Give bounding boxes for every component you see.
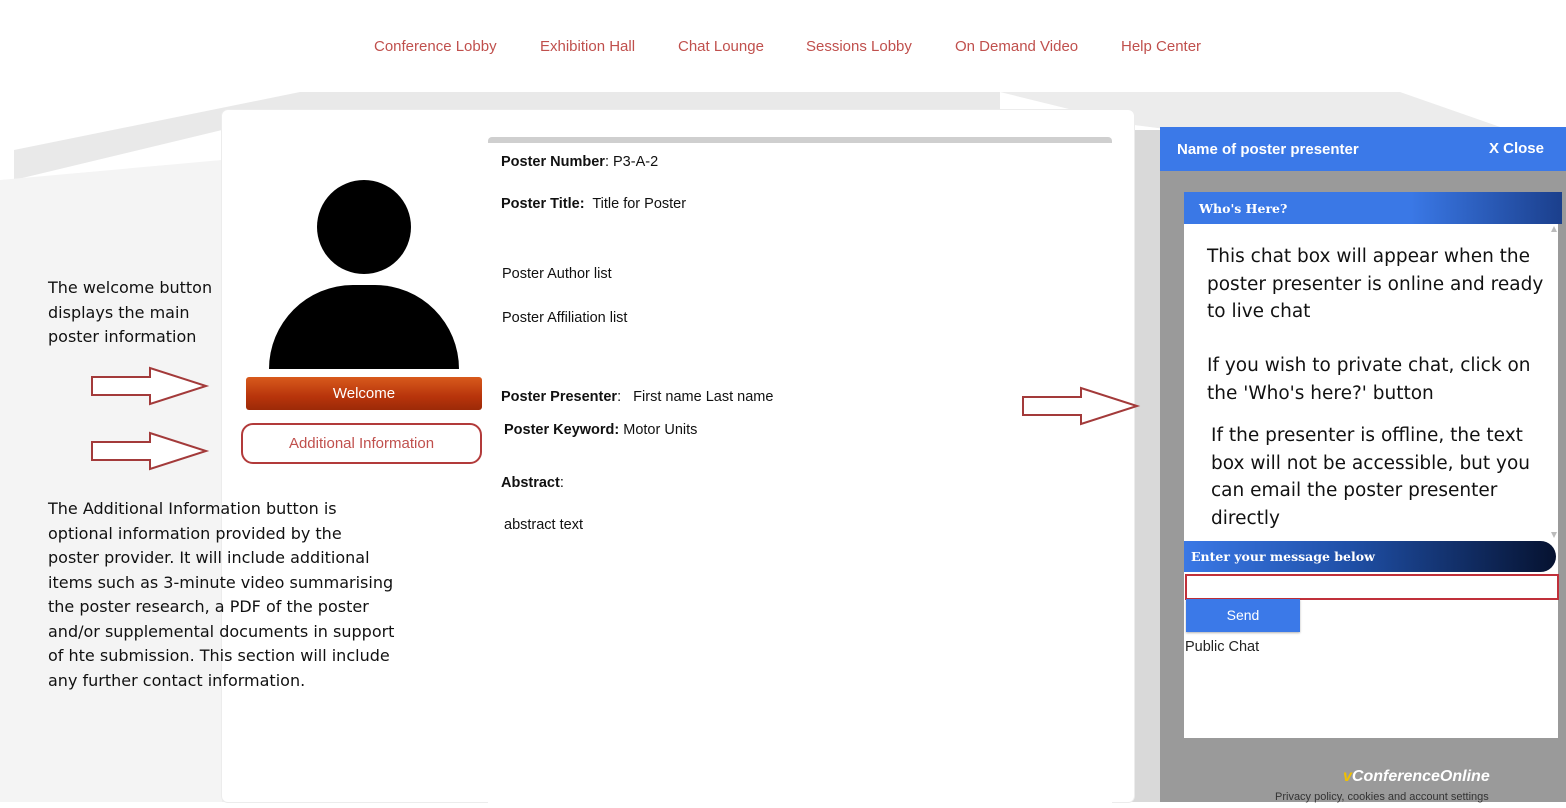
chat-scrollbar[interactable] — [1551, 226, 1557, 538]
poster-content — [488, 137, 1112, 808]
nav-on-demand-video[interactable]: On Demand Video — [955, 38, 1078, 55]
poster-keyword-label: Poster Keyword: — [504, 422, 620, 438]
annotation-line: The Additional Information button is — [48, 499, 337, 518]
abstract-heading: Abstract: — [501, 475, 564, 491]
brand-logo: vConferenceOnline — [1343, 768, 1490, 786]
abstract-label: Abstract — [501, 475, 560, 491]
poster-presenter: Poster Presenter: First name Last name — [501, 389, 773, 405]
whos-here-button[interactable]: Who's Here? — [1184, 192, 1562, 224]
poster-presenter-label: Poster Presenter — [501, 389, 618, 405]
annotation-line: poster provider. It will include additio… — [48, 548, 370, 567]
poster-number: Poster Number: P3-A-2 — [501, 154, 658, 170]
annotation-line: items such as 3-minute video summarising — [48, 572, 394, 592]
annotation-line: and/or supplemental documents in support — [48, 621, 395, 641]
abstract-text: abstract text — [504, 517, 583, 533]
annotation-line: displays the main — [48, 302, 190, 322]
poster-affiliation-list: Poster Affiliation list — [502, 310, 628, 326]
poster-number-label: Poster Number — [501, 154, 605, 170]
brand-name: ConferenceOnline — [1351, 768, 1490, 785]
annotation-line: optional information provided by the — [48, 523, 342, 543]
chat-message-offline: If the presenter is offline, the text bo… — [1211, 422, 1530, 532]
message-prompt-label: Enter your message below — [1191, 549, 1375, 564]
top-navigation: Conference Lobby Exhibition Hall Chat Lo… — [0, 38, 1566, 60]
welcome-button[interactable]: Welcome — [246, 377, 482, 410]
chat-line: box will not be accessible, but you — [1211, 452, 1531, 474]
poster-title: Poster Title: Title for Poster — [501, 196, 686, 212]
annotation-line: the poster research, a PDF of the poster — [48, 597, 369, 616]
additional-annotation: The Additional Information button is opt… — [48, 497, 394, 693]
arrow-right-icon — [91, 366, 210, 406]
chat-header-title: Name of poster presenter — [1177, 141, 1359, 158]
nav-exhibition-hall[interactable]: Exhibition Hall — [540, 38, 635, 55]
abstract-colon: : — [559, 475, 564, 491]
nav-help-center[interactable]: Help Center — [1121, 38, 1201, 55]
privacy-link[interactable]: Privacy policy, cookies and account sett… — [1275, 791, 1489, 803]
annotation-line: of hte submission. This section will inc… — [48, 646, 390, 665]
chat-line: the 'Who's here?' button — [1207, 382, 1434, 404]
chat-line: If you wish to private chat, click on — [1207, 355, 1531, 376]
poster-title-label: Poster Title: — [501, 196, 585, 212]
poster-keyword: Poster Keyword: Motor Units — [504, 422, 697, 438]
chat-line: If the presenter is offline, the text — [1211, 425, 1523, 446]
annotation-line: The welcome button — [48, 278, 213, 297]
whos-here-label: Who's Here? — [1199, 201, 1288, 216]
additional-information-button[interactable]: Additional Information — [241, 423, 482, 464]
poster-author-list: Poster Author list — [502, 266, 612, 282]
arrow-right-icon — [91, 431, 210, 471]
nav-conference-lobby[interactable]: Conference Lobby — [374, 38, 497, 55]
brand-prefix: v — [1343, 768, 1352, 785]
chat-line: directly — [1211, 507, 1280, 529]
chat-line: This chat box will appear when the — [1207, 246, 1531, 267]
chat-message-online: This chat box will appear when the poste… — [1207, 243, 1543, 326]
message-prompt-bar: Enter your message below — [1184, 541, 1556, 572]
poster-number-value: : P3-A-2 — [604, 154, 659, 170]
chat-line: to live chat — [1207, 301, 1311, 322]
poster-keyword-value: Motor Units — [623, 422, 698, 438]
chat-line: poster presenter is online and ready — [1207, 273, 1544, 295]
annotation-line: any further contact information. — [48, 670, 306, 690]
chat-message-input[interactable] — [1185, 574, 1559, 600]
arrow-right-icon — [1022, 386, 1141, 426]
poster-presenter-value: : First name Last name — [617, 389, 774, 405]
chat-message-private: If you wish to private chat, click on th… — [1207, 352, 1531, 407]
nav-chat-lounge[interactable]: Chat Lounge — [678, 38, 764, 55]
welcome-annotation: The welcome button displays the main pos… — [48, 276, 212, 350]
annotation-line: poster information — [48, 327, 197, 346]
chat-line: can email the poster presenter — [1211, 480, 1498, 501]
poster-title-value: Title for Poster — [592, 196, 687, 212]
nav-sessions-lobby[interactable]: Sessions Lobby — [806, 38, 912, 55]
avatar-head — [317, 180, 411, 274]
send-button[interactable]: Send — [1186, 599, 1300, 632]
chat-header: Name of poster presenter X Close — [1160, 127, 1566, 171]
public-chat-link[interactable]: Public Chat — [1185, 639, 1259, 655]
close-button[interactable]: X Close — [1489, 140, 1544, 157]
